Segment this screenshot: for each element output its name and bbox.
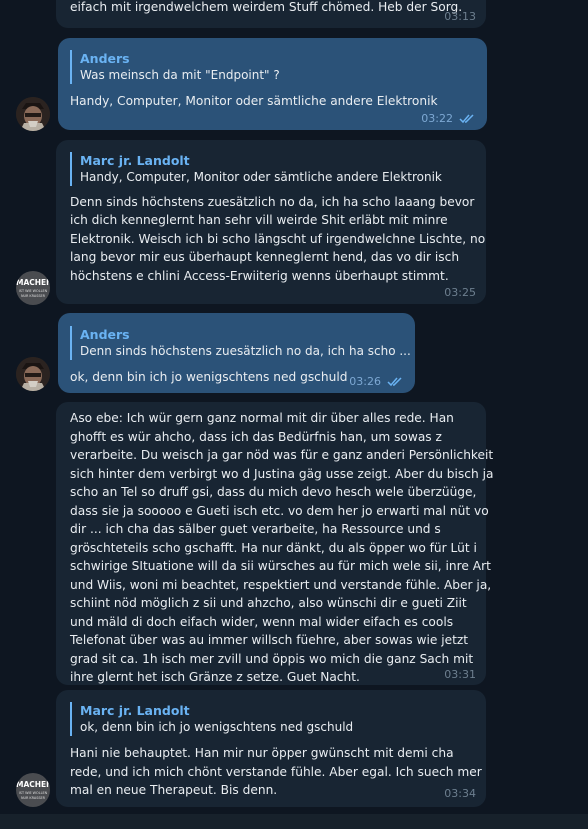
read-double-check-icon: [459, 114, 474, 124]
avatar-marc[interactable]: MACHEN IST WIE WOLLEN NUR KRASSER: [16, 271, 50, 305]
message-time: 03:13: [444, 10, 476, 23]
avatar-logo-subtext: NUR KRASSER: [20, 294, 45, 298]
message-text-line: ihre glernt het isch Gränze z setze. Gue…: [70, 670, 360, 684]
avatar-logo-subtext: IST WIE WOLLEN: [18, 791, 48, 795]
avatar-logo-text: MACHEN: [16, 278, 50, 287]
message-bubble-outgoing[interactable]: Anders Was meinsch da mit "Endpoint" ? H…: [58, 38, 487, 130]
message-time: 03:34: [444, 787, 476, 800]
message-text-line: grad sit ca. 1h isch mer zvill und öppis…: [70, 652, 474, 666]
reply-preview[interactable]: Anders Was meinsch da mit "Endpoint" ?: [70, 50, 480, 84]
message-text-line: sich hinter dem verbirgt wo d Justina gä…: [70, 467, 494, 481]
message-text-line: und Wiis, woni mi beachtet, respektiert …: [70, 578, 492, 592]
reply-author: Anders: [80, 51, 130, 66]
reply-text: Denn sinds höchstens zuesätzlich no da, …: [80, 344, 411, 358]
message-text-line: scho an Tel so druff gsi, dass du mich d…: [70, 485, 477, 499]
read-double-check-icon: [387, 377, 402, 387]
reply-preview[interactable]: Marc jr. Landolt ok, denn bin ich jo wen…: [70, 702, 480, 736]
message-time: 03:22: [421, 112, 453, 125]
reply-author: Anders: [80, 327, 130, 342]
message-text-line: und mäld di doch eifach wider, wenn mal …: [70, 615, 454, 629]
message-text-line: ghofft es wür ahcho, dass ich das Bedürf…: [70, 430, 442, 444]
avatar-anders[interactable]: [16, 97, 50, 131]
message-text-line: ich dich kenneglernt han sehr vill weird…: [70, 213, 448, 227]
message-text-line: rede, und ich mich chönt verstande fühle…: [70, 765, 482, 779]
message-text-line: verarbeite. Du weisch ja gar nöd was für…: [70, 448, 494, 462]
message-text-line: gröschteteils scho gschafft. Ha nur dänk…: [70, 541, 477, 555]
message-text: ok, denn bin ich jo wenigschtens ned gsc…: [70, 370, 348, 384]
avatar-marc[interactable]: MACHEN IST WIE WOLLEN NUR KRASSER: [16, 773, 50, 807]
avatar-anders[interactable]: [16, 357, 50, 391]
profile-photo-icon: [16, 97, 50, 131]
message-bubble-outgoing[interactable]: Anders Denn sinds höchstens zuesätzlich …: [58, 313, 415, 393]
message-text: eifach mit irgendwelchem weirdem Stuff c…: [70, 0, 463, 14]
reply-text: ok, denn bin ich jo wenigschtens ned gsc…: [80, 720, 354, 734]
message-text: Handy, Computer, Monitor oder sämtliche …: [70, 94, 438, 108]
reply-preview[interactable]: Anders Denn sinds höchstens zuesätzlich …: [70, 326, 415, 360]
message-text-line: schiint nöd möglich z sii und ahzcho, al…: [70, 596, 467, 610]
message-text-line: höchstens e chlini Access-Erwiiterig wen…: [70, 269, 449, 283]
reply-preview[interactable]: Marc jr. Landolt Handy, Computer, Monito…: [70, 152, 480, 186]
avatar-logo-subtext: IST WIE WOLLEN: [18, 289, 48, 293]
message-time: 03:25: [444, 286, 476, 299]
message-text-line: Denn sinds höchstens zuesätzlich no da, …: [70, 195, 475, 209]
message-text-line: dass sie ja sooooo e Gueti isch etc. vo …: [70, 504, 489, 518]
message-text-line: Hani nie behauptet. Han mir nur öpper gw…: [70, 746, 454, 760]
message-bubble-incoming[interactable]: Marc jr. Landolt ok, denn bin ich jo wen…: [56, 690, 486, 807]
message-text-line: schwirige SItuatione will da sii würsche…: [70, 559, 491, 573]
reply-text: Was meinsch da mit "Endpoint" ?: [80, 68, 280, 82]
reply-author: Marc jr. Landolt: [80, 703, 190, 718]
message-text-line: dir ... ich cha das sälber guet verarbei…: [70, 522, 441, 536]
composer-edge: [0, 814, 588, 829]
reply-text: Handy, Computer, Monitor oder sämtliche …: [80, 170, 442, 184]
message-bubble-incoming[interactable]: eifach mit irgendwelchem weirdem Stuff c…: [56, 0, 486, 28]
message-text-line: mal en neue Therapeut. Bis denn.: [70, 783, 278, 797]
message-text-line: Aso ebe: Ich wür gern ganz normal mit di…: [70, 411, 454, 425]
message-bubble-incoming[interactable]: Marc jr. Landolt Handy, Computer, Monito…: [56, 140, 486, 304]
avatar-logo-subtext: NUR KRASSER: [20, 796, 45, 800]
message-text-line: lang bevor mir eus überhaupt kenneglernt…: [70, 250, 460, 264]
avatar-logo-text: MACHEN: [16, 780, 50, 789]
reply-author: Marc jr. Landolt: [80, 153, 190, 168]
message-time: 03:31: [444, 668, 476, 681]
profile-photo-icon: [16, 357, 50, 391]
message-text-line: Telefonat über was au immer willsch füeh…: [70, 633, 469, 647]
message-text-line: Elektronik. Weisch ich bi scho längscht …: [70, 232, 486, 246]
message-time: 03:26: [349, 375, 381, 388]
message-bubble-incoming[interactable]: Aso ebe: Ich wür gern ganz normal mit di…: [56, 402, 493, 685]
